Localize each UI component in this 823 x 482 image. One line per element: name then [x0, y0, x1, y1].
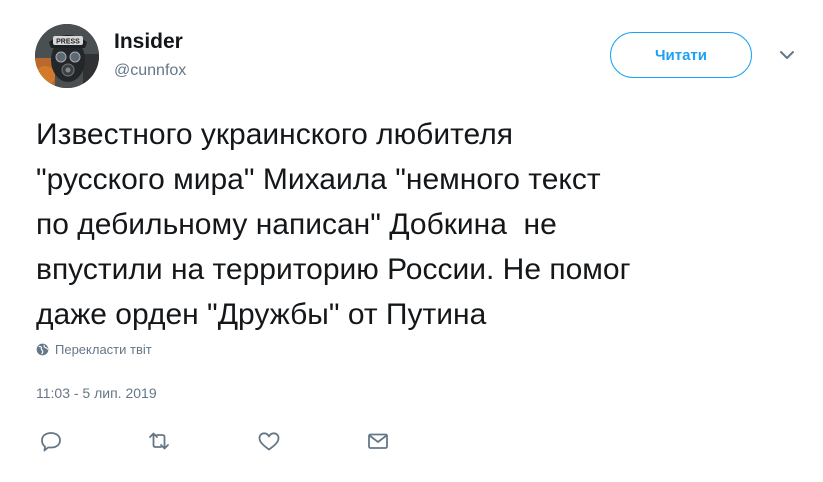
message-icon[interactable] — [365, 428, 391, 454]
globe-icon — [36, 343, 49, 356]
avatar[interactable]: PRESS — [35, 24, 99, 88]
avatar-image: PRESS — [35, 24, 99, 88]
user-handle[interactable]: @cunnfox — [114, 62, 186, 80]
follow-button[interactable]: Читати — [610, 32, 752, 78]
retweet-icon[interactable] — [146, 428, 172, 454]
reply-icon[interactable] — [38, 428, 64, 454]
translate-tweet-link[interactable]: Перекласти твіт — [36, 342, 152, 357]
more-options-chevron-icon[interactable] — [778, 48, 796, 62]
display-name[interactable]: Insider — [114, 30, 183, 54]
translate-tweet-label: Перекласти твіт — [55, 342, 152, 357]
tweet-text: Известного украинского любителя "русског… — [36, 118, 631, 331]
like-icon[interactable] — [256, 428, 282, 454]
avatar-press-text: PRESS — [56, 39, 80, 46]
tweet-timestamp[interactable]: 11:03 - 5 лип. 2019 — [36, 385, 157, 401]
